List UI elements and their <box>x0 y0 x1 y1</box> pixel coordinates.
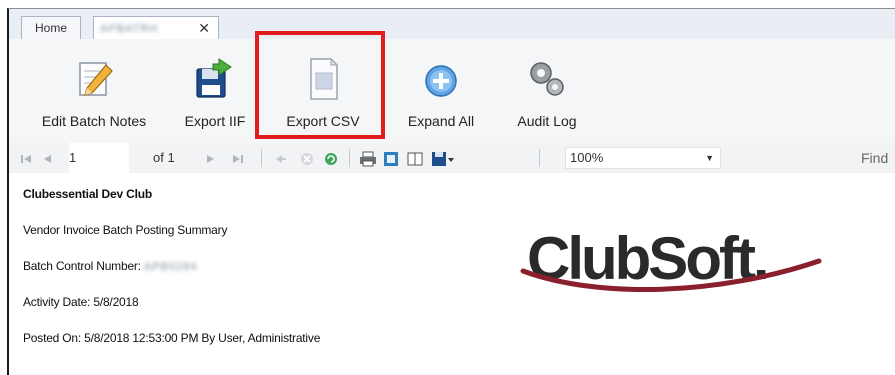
report-page: Clubessential Dev Club Vendor Invoice Ba… <box>9 173 895 375</box>
audit-log-button[interactable]: Audit Log <box>499 49 595 141</box>
page-setup-icon[interactable] <box>407 143 423 173</box>
export-iif-label: Export IIF <box>184 113 246 129</box>
zoom-select[interactable]: 100% ▼ <box>565 147 721 169</box>
audit-log-label: Audit Log <box>517 113 577 129</box>
export-iif-button[interactable]: Export IIF <box>175 49 255 141</box>
close-icon[interactable]: ✕ <box>198 17 210 39</box>
plus-circle-icon <box>425 65 457 97</box>
current-page-input[interactable]: 1 <box>69 143 129 173</box>
page-total-label: of 1 <box>153 150 175 165</box>
stop-icon[interactable] <box>299 143 315 173</box>
toolbar-separator <box>539 149 540 167</box>
toolbar-separator <box>261 149 262 167</box>
report-window: Home APBATRH ✕ Edit Batch Notes Export I… <box>7 8 895 375</box>
export-save-icon[interactable] <box>431 143 455 173</box>
find-link[interactable]: Find <box>861 143 888 173</box>
batch-control-line: Batch Control Number: APB0284 <box>23 259 197 273</box>
club-name: Clubessential Dev Club <box>23 187 152 201</box>
clubsoft-logo: ClubSoft. <box>520 225 822 293</box>
edit-batch-notes-button[interactable]: Edit Batch Notes <box>23 49 165 141</box>
zoom-value: 100% <box>570 150 604 165</box>
gears-icon <box>530 62 564 96</box>
report-viewer-toolbar: 1 of 1 100% ▼ Find <box>9 143 895 174</box>
next-page-icon[interactable] <box>203 143 217 173</box>
ribbon-toolbar: Edit Batch Notes Export IIF Export CSV E… <box>9 39 895 144</box>
export-csv-label: Export CSV <box>286 113 360 129</box>
report-title: Vendor Invoice Batch Posting Summary <box>23 223 228 237</box>
print-layout-icon[interactable] <box>383 143 399 173</box>
tab-home-label: Home <box>34 21 67 35</box>
activity-date: Activity Date: 5/8/2018 <box>23 295 139 309</box>
posted-on: Posted On: 5/8/2018 12:53:00 PM By User,… <box>23 331 321 345</box>
save-export-icon <box>196 58 232 98</box>
tab-home[interactable]: Home <box>21 16 81 39</box>
tab-batch-label: APBATRH <box>100 22 159 35</box>
export-csv-button[interactable]: Export CSV <box>261 49 385 141</box>
last-page-icon[interactable] <box>231 143 245 173</box>
first-page-icon[interactable] <box>19 143 33 173</box>
print-icon[interactable] <box>359 143 377 173</box>
chevron-down-icon: ▼ <box>705 153 714 163</box>
back-icon[interactable] <box>273 143 287 173</box>
tab-batch[interactable]: APBATRH ✕ <box>93 16 219 39</box>
expand-all-label: Expand All <box>407 113 475 129</box>
tab-strip: Home APBATRH ✕ <box>9 9 895 40</box>
batch-control-label: Batch Control Number: <box>23 259 141 273</box>
previous-page-icon[interactable] <box>41 143 55 173</box>
edit-notes-icon <box>79 62 113 96</box>
refresh-icon[interactable] <box>323 143 339 173</box>
toolbar-separator <box>349 149 350 167</box>
expand-all-button[interactable]: Expand All <box>389 49 493 141</box>
edit-batch-notes-label: Edit Batch Notes <box>41 113 147 129</box>
batch-control-value: APB0284 <box>144 260 198 273</box>
document-icon <box>310 57 339 100</box>
